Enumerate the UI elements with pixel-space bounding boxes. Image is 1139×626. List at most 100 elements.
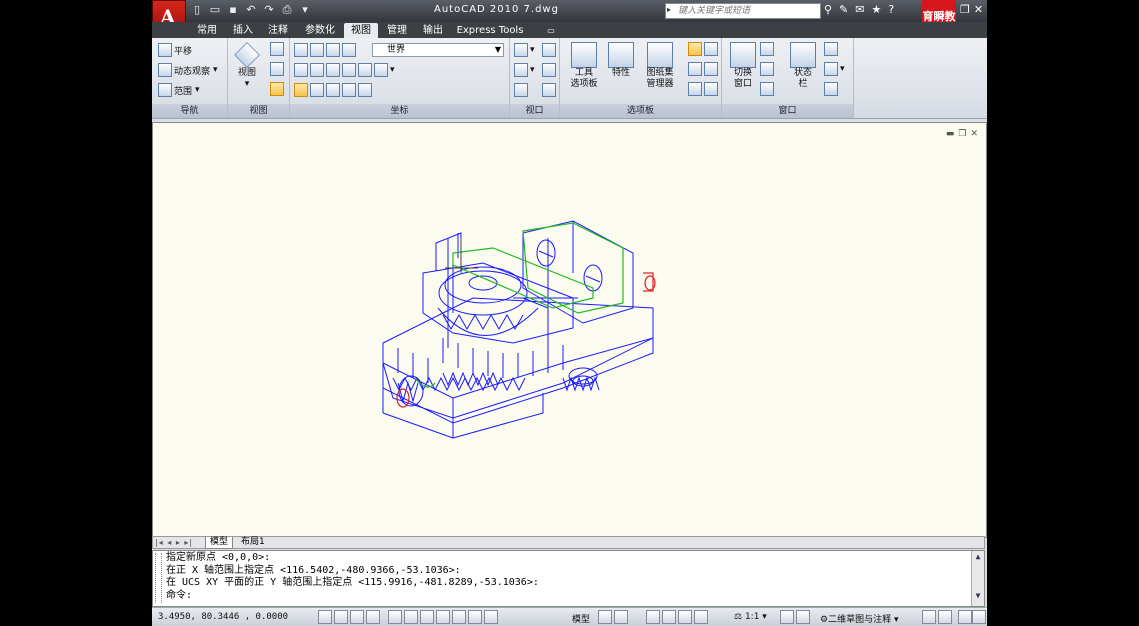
command-line-grip[interactable] xyxy=(155,553,162,603)
tab-annotate[interactable]: 注释 xyxy=(263,23,293,38)
tile-horizontal-button[interactable] xyxy=(760,42,776,56)
new-file-icon[interactable]: ▯ xyxy=(190,3,204,17)
ucs-previous-icon[interactable] xyxy=(342,43,356,57)
quick-view-drawings[interactable] xyxy=(614,610,628,624)
restore-viewport-button[interactable] xyxy=(514,83,530,97)
communication-icon[interactable]: ✉ xyxy=(855,3,864,16)
tab-output[interactable]: 输出 xyxy=(418,23,448,38)
help-icon[interactable]: ? xyxy=(888,3,894,16)
clean-screen-icon[interactable] xyxy=(972,610,986,624)
ribbon-minimize-icon[interactable]: ▭ xyxy=(544,23,558,38)
join-viewports-button[interactable] xyxy=(542,63,558,77)
tab-model[interactable]: 模型 xyxy=(205,537,234,549)
camera-button[interactable] xyxy=(270,62,286,76)
ucs-named-icon[interactable] xyxy=(310,43,324,57)
dyn-toggle[interactable] xyxy=(452,610,466,624)
lwt-toggle[interactable] xyxy=(468,610,482,624)
undo-icon[interactable]: ↶ xyxy=(244,3,258,17)
grid-toggle[interactable] xyxy=(334,610,348,624)
sheet-set-button[interactable]: 图纸集 管理器 xyxy=(640,42,680,90)
named-viewports-button[interactable] xyxy=(542,43,558,57)
ucs-icon-toggle[interactable] xyxy=(294,83,308,97)
tab-parametric[interactable]: 参数化 xyxy=(300,23,340,38)
properties-button[interactable]: 特性 xyxy=(606,42,636,79)
otrack-toggle[interactable] xyxy=(420,610,434,624)
search-input[interactable]: 键入关键字或短语 xyxy=(665,3,821,19)
favorites-icon[interactable]: ★ xyxy=(872,3,882,16)
drawing-canvas[interactable]: ▬ ❐ ✕ xyxy=(152,122,987,538)
switch-window-button[interactable]: 切换 窗口 xyxy=(726,42,760,90)
zoom-status-icon[interactable] xyxy=(662,610,676,624)
quick-view-layouts[interactable] xyxy=(598,610,612,624)
window-btn-c[interactable] xyxy=(824,82,840,96)
dropdown-arrow-icon[interactable]: ▾ xyxy=(390,65,395,75)
showmotion-icon[interactable] xyxy=(694,610,708,624)
palette-btn-2[interactable] xyxy=(688,62,720,76)
cascade-button[interactable] xyxy=(760,82,776,96)
ducs-toggle[interactable] xyxy=(436,610,450,624)
viewport-clip-button[interactable]: ▾ xyxy=(514,63,535,77)
view-button[interactable]: 视图 ▾ xyxy=(234,42,260,90)
ucs-select[interactable]: 世界 ▼ xyxy=(372,43,504,57)
snap-toggle[interactable] xyxy=(318,610,332,624)
palette-btn-3[interactable] xyxy=(688,82,720,96)
ucs-face-icon[interactable] xyxy=(374,63,388,77)
viewport-config-button[interactable]: ▾ xyxy=(514,43,535,57)
window-btn-b[interactable]: ▾ xyxy=(824,62,845,76)
isolate-objects-icon[interactable] xyxy=(938,610,952,624)
autoscale-icon[interactable] xyxy=(796,610,810,624)
palette-btn-1[interactable] xyxy=(688,42,720,56)
save-icon[interactable]: ▪ xyxy=(226,3,240,17)
open-file-icon[interactable]: ▭ xyxy=(208,3,222,17)
pan-status-icon[interactable] xyxy=(646,610,660,624)
workspace-switch[interactable]: ⚙二维草图与注释 ▾ xyxy=(820,612,898,625)
tab-view[interactable]: 视图 xyxy=(344,23,378,38)
tab-home[interactable]: 常用 xyxy=(192,23,222,38)
layout-nav-arrows[interactable]: |◂ ◂ ▸ ▸| xyxy=(155,538,193,547)
restore-icon[interactable]: ❐ xyxy=(960,3,970,16)
annotation-visibility-icon[interactable] xyxy=(780,610,794,624)
qat-dropdown-icon[interactable]: ▾ xyxy=(298,3,312,17)
command-prompt[interactable]: 命令: xyxy=(166,590,539,603)
search-expand-icon[interactable]: ▸ xyxy=(667,5,671,14)
status-bar-button[interactable]: 状态 栏 xyxy=(786,42,820,90)
scroll-up-icon[interactable]: ▲ xyxy=(972,551,984,564)
ucs-x-icon[interactable] xyxy=(310,83,324,97)
ucs-view-icon[interactable] xyxy=(342,63,356,77)
plot-icon[interactable]: ⎙ xyxy=(280,3,294,17)
3dosnap-toggle[interactable] xyxy=(404,610,418,624)
status-menu-icon[interactable] xyxy=(958,610,972,624)
lock-ui-icon[interactable] xyxy=(922,610,936,624)
model-space-label[interactable]: 模型 xyxy=(572,612,590,625)
ucs-icon[interactable] xyxy=(294,43,308,57)
pan-button[interactable]: 平移 xyxy=(158,43,192,57)
command-scrollbar[interactable]: ▲ ▼ xyxy=(971,551,984,606)
redo-icon[interactable]: ↷ xyxy=(262,3,276,17)
named-views-button[interactable] xyxy=(270,42,286,56)
osnap-toggle[interactable] xyxy=(388,610,402,624)
orbit-button[interactable]: 动态观察 ▾ xyxy=(158,63,218,77)
command-line[interactable]: 指定新原点 <0,0,0>: 在正 X 轴范围上指定点 <116.5402,-4… xyxy=(152,550,985,607)
ucs-zaxis-icon[interactable] xyxy=(310,63,324,77)
scroll-down-icon[interactable]: ▼ xyxy=(972,590,984,603)
tool-palettes-button[interactable]: 工具 选项板 xyxy=(566,42,602,90)
ucs-object-icon[interactable] xyxy=(358,63,372,77)
cursor-coordinates[interactable]: 3.4950, 80.3446 , 0.0000 xyxy=(158,612,288,622)
ortho-toggle[interactable] xyxy=(350,610,364,624)
close-icon[interactable]: ✕ xyxy=(974,3,983,16)
viewport-grid-button[interactable] xyxy=(542,83,558,97)
viewcube-toggle[interactable] xyxy=(270,82,286,96)
binoculars-icon[interactable]: ⚲ xyxy=(824,3,832,16)
tab-layout1[interactable]: 布局1 xyxy=(237,537,269,548)
tab-express-tools[interactable]: Express Tools xyxy=(454,23,526,38)
window-btn-a[interactable] xyxy=(824,42,840,56)
steeringwheel-icon[interactable] xyxy=(678,610,692,624)
ucs-y-icon[interactable] xyxy=(326,83,340,97)
ucs-3point-icon[interactable] xyxy=(326,63,340,77)
tile-vertical-button[interactable] xyxy=(760,62,776,76)
polar-toggle[interactable] xyxy=(366,610,380,624)
ucs-apply-icon[interactable] xyxy=(358,83,372,97)
ucs-origin-icon[interactable] xyxy=(294,63,308,77)
ucs-world-icon[interactable] xyxy=(326,43,340,57)
ucs-z-icon[interactable] xyxy=(342,83,356,97)
